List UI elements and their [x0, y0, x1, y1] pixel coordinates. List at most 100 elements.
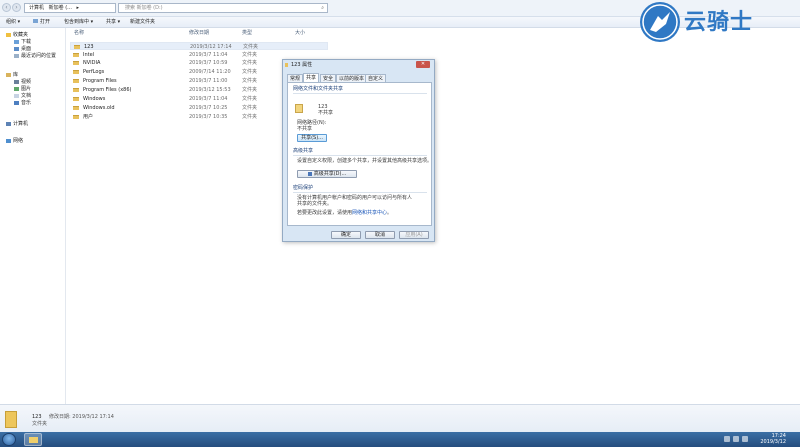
advanced-sharing-button[interactable]: 高级共享(D)... — [297, 170, 357, 178]
download-icon — [14, 39, 19, 44]
forward-button[interactable]: › — [12, 3, 21, 12]
video-icon — [14, 79, 19, 84]
sidebar-libraries[interactable]: 库 — [6, 72, 18, 78]
folder-icon — [73, 88, 79, 92]
open-label: 打开 — [40, 19, 51, 25]
tab-customize[interactable]: 自定义 — [365, 74, 387, 82]
section-advanced-sharing: 高级共享 — [293, 148, 314, 154]
divider — [293, 93, 427, 94]
music-icon — [14, 100, 19, 105]
computer-icon — [6, 121, 11, 126]
sidebar-item-music[interactable]: 音乐 — [14, 100, 31, 106]
star-icon — [6, 32, 11, 37]
volume-tray-icon[interactable] — [733, 436, 739, 442]
sidebar-favorites[interactable]: 收藏夹 — [6, 32, 28, 38]
network-path-value: 不共享 — [297, 126, 313, 132]
sidebar-item-recent[interactable]: 最近访问的位置 — [14, 53, 56, 59]
clock[interactable]: 17:24 2019/3/12 — [760, 433, 786, 445]
folder-icon — [73, 115, 79, 119]
folder-icon — [5, 411, 17, 428]
column-header-type[interactable]: 类型 — [242, 30, 252, 36]
folder-icon — [73, 70, 79, 74]
shared-folder-state: 不共享 — [318, 110, 334, 116]
section-password-protection: 密码保护 — [293, 185, 314, 191]
file-row[interactable]: 123 2019/3/12 17:14 文件夹 — [70, 42, 328, 50]
command-toolbar: 组织 ▾ 打开 包含到库中 ▾ 共享 ▾ 新建文件夹 — [0, 17, 800, 28]
breadcrumb-arrow[interactable]: ▸ — [77, 5, 80, 11]
address-input[interactable]: 计算机 新加卷 (... ▸ — [24, 3, 116, 13]
tab-security[interactable]: 安全 — [320, 74, 337, 82]
section-network-sharing: 网络文件和文件夹共享 — [293, 86, 344, 92]
back-button[interactable]: ‹ — [2, 3, 11, 12]
tab-sharing[interactable]: 共享 — [303, 73, 320, 82]
apply-button[interactable]: 应用(A) — [399, 231, 429, 239]
advanced-sharing-description: 设置自定义权限，创建多个共享，并设置其他高级共享选项。 — [297, 158, 433, 164]
folder-icon — [29, 437, 38, 443]
search-input[interactable]: 搜索 新加卷 (D:) ⌕ — [118, 3, 328, 13]
share-button[interactable]: 共享(S)... — [297, 134, 327, 142]
details-pane: 123 修改日期: 2019/3/12 17:14 文件夹 — [0, 404, 800, 432]
organize-button[interactable]: 组织 ▾ — [6, 19, 20, 26]
taskbar: 17:24 2019/3/12 — [0, 432, 800, 447]
cancel-button[interactable]: 取消 — [365, 231, 395, 239]
password-change-text: 若要更改此设置，请使用网络和共享中心。 — [297, 210, 393, 216]
sidebar-item-downloads[interactable]: 下载 — [14, 39, 31, 45]
column-header-date[interactable]: 修改日期 — [189, 30, 209, 36]
folder-icon — [73, 97, 79, 101]
start-button[interactable] — [2, 433, 16, 446]
desktop-icon — [14, 46, 19, 51]
folder-icon — [73, 53, 79, 57]
ok-button[interactable]: 确定 — [331, 231, 361, 239]
folder-icon — [73, 79, 79, 83]
sidebar-network[interactable]: 网络 — [6, 138, 23, 144]
breadcrumb-volume[interactable]: 新加卷 (... — [49, 5, 72, 11]
library-icon — [6, 72, 11, 77]
dialog-title: 123 属性 — [291, 62, 313, 68]
taskbar-explorer-button[interactable] — [24, 433, 42, 446]
sharing-panel: 网络文件和文件夹共享 123 不共享 网络路径(N): 不共享 共享(S)...… — [287, 82, 432, 226]
clock-date: 2019/3/12 — [760, 439, 786, 445]
flag-tray-icon[interactable] — [742, 436, 748, 442]
shield-icon — [307, 171, 312, 176]
folder-icon — [74, 45, 80, 49]
column-header-name[interactable]: 名称 — [74, 30, 84, 36]
folder-icon — [285, 63, 288, 67]
network-icon — [6, 138, 11, 143]
details-modified: 修改日期: 2019/3/12 17:14 — [49, 414, 114, 420]
sidebar-item-desktop[interactable]: 桌面 — [14, 46, 31, 52]
picture-icon — [14, 86, 19, 91]
folder-icon — [295, 104, 303, 113]
document-icon — [14, 93, 19, 98]
include-library-button[interactable]: 包含到库中 ▾ — [64, 19, 93, 26]
network-sharing-center-link[interactable]: 网络和共享中心 — [352, 210, 387, 216]
divider — [293, 155, 427, 156]
navigation-pane: 收藏夹 下载 桌面 最近访问的位置 库 视频 图片 文档 音乐 计算机 网络 — [0, 28, 66, 404]
search-placeholder: 搜索 新加卷 (D:) — [125, 5, 163, 11]
recent-icon — [14, 53, 19, 58]
knight-logo-icon — [640, 2, 680, 42]
tab-general[interactable]: 常规 — [287, 74, 304, 82]
share-button[interactable]: 共享 ▾ — [106, 19, 120, 26]
address-bar: ‹ › 计算机 新加卷 (... ▸ 搜索 新加卷 (D:) ⌕ — [0, 0, 800, 17]
breadcrumb-computer[interactable]: 计算机 — [29, 5, 44, 11]
column-header-size[interactable]: 大小 — [295, 30, 305, 36]
file-row[interactable]: Intel 2019/3/7 11:04 文件夹 — [70, 51, 328, 59]
details-type: 文件夹 — [32, 421, 48, 427]
sidebar-item-pictures[interactable]: 图片 — [14, 86, 31, 92]
network-tray-icon[interactable] — [724, 436, 730, 442]
divider — [293, 192, 427, 193]
folder-icon — [73, 61, 79, 65]
folder-icon — [73, 106, 79, 110]
properties-dialog: 123 属性 ✕ 常规 共享 安全 以前的版本 自定义 网络文件和文件夹共享 1… — [282, 59, 435, 242]
sidebar-item-documents[interactable]: 文档 — [14, 93, 31, 99]
watermark-text: 云骑士 — [684, 10, 754, 35]
sidebar-item-videos[interactable]: 视频 — [14, 79, 31, 85]
close-button[interactable]: ✕ — [416, 61, 430, 68]
search-icon: ⌕ — [321, 5, 324, 11]
open-icon — [33, 19, 38, 23]
sidebar-computer[interactable]: 计算机 — [6, 121, 28, 127]
tab-previous-versions[interactable]: 以前的版本 — [336, 74, 368, 82]
new-folder-button[interactable]: 新建文件夹 — [130, 19, 155, 26]
open-button[interactable]: 打开 — [33, 19, 50, 26]
details-name: 123 — [32, 414, 42, 420]
